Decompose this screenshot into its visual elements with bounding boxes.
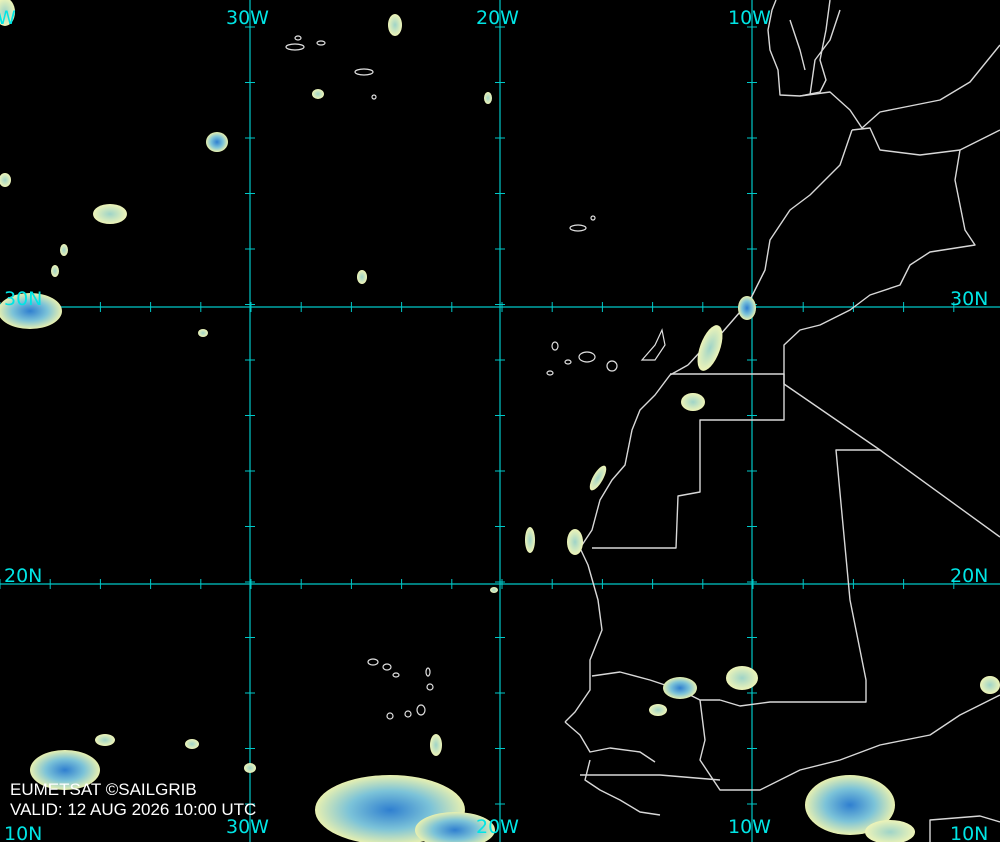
lon-label-10w-bottom: 10W <box>728 816 771 838</box>
valid-time: VALID: 12 AUG 2026 10:00 UTC <box>10 800 256 819</box>
lat-label-30n-left: 30N <box>4 288 42 310</box>
lon-label-partial-left: W <box>0 7 16 29</box>
lon-label-30w-bottom: 30W <box>226 816 269 838</box>
lat-label-20n-left: 20N <box>4 565 42 587</box>
satellite-map: 30W 20W 10W 30W 20W 10W W 30N 30N 20N 20… <box>0 0 1000 842</box>
lon-label-20w: 20W <box>476 7 519 29</box>
islands <box>285 35 666 720</box>
coastlines <box>564 0 1000 842</box>
lon-label-20w-bottom: 20W <box>476 816 519 838</box>
map-canvas: 30W 20W 10W 30W 20W 10W W 30N 30N 20N 20… <box>0 0 1000 842</box>
lat-label-20n-right: 20N <box>950 565 988 587</box>
graticule-labels: 30W 20W 10W 30W 20W 10W W 30N 30N 20N 20… <box>0 7 988 842</box>
lat-label-10n-right: 10N <box>950 823 988 842</box>
lat-label-10n-left: 10N <box>4 823 42 842</box>
credit-block: EUMETSAT ©SAILGRIB VALID: 12 AUG 2026 10… <box>10 780 256 819</box>
lon-label-10w: 10W <box>728 7 771 29</box>
lat-label-30n-right: 30N <box>950 288 988 310</box>
lon-label-30w: 30W <box>226 7 269 29</box>
credit-text: EUMETSAT ©SAILGRIB <box>10 780 197 799</box>
graticule-ticks <box>0 26 955 805</box>
graticule <box>0 0 1000 842</box>
